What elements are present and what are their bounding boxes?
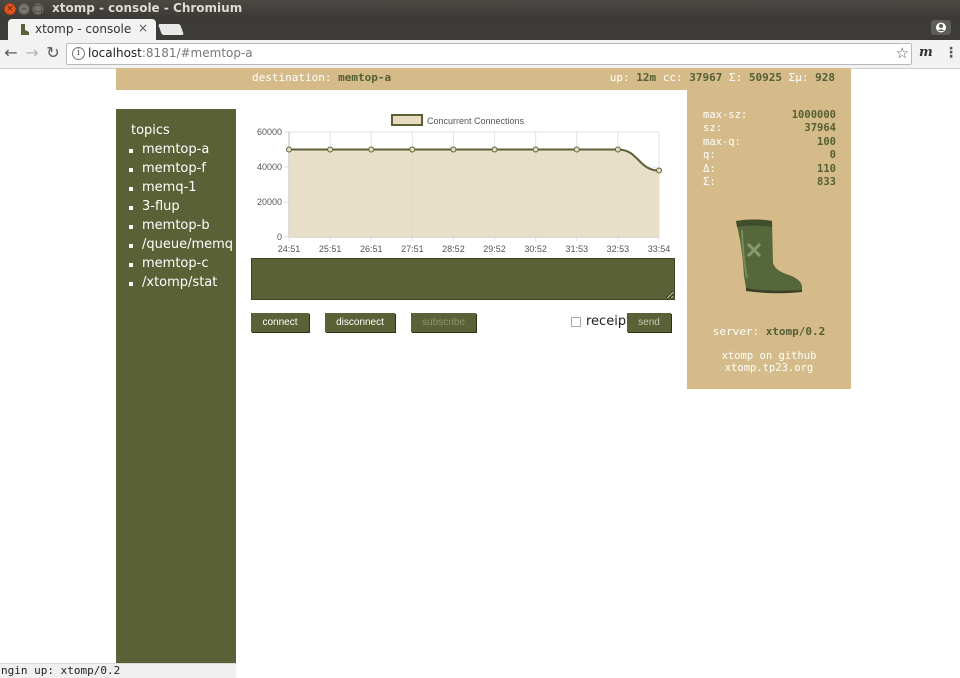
url-host: localhost (88, 46, 142, 60)
x-tick-label: 32:53 (607, 244, 630, 254)
destination-value: memtop-a (338, 71, 392, 84)
window-close-button[interactable]: × (4, 3, 16, 15)
browser-tab[interactable]: xtomp - console × (8, 19, 156, 40)
y-tick-label: 0 (277, 232, 282, 242)
stat-row: max-sz: 1000000 (703, 109, 836, 121)
stat-row: Σ: 833 (703, 176, 836, 188)
topic-item[interactable]: memq-1 (116, 180, 233, 199)
back-icon[interactable]: ← (2, 44, 20, 62)
x-tick-label: 27:51 (401, 244, 424, 254)
reload-icon[interactable]: ↻ (44, 44, 62, 62)
data-point (368, 146, 375, 153)
x-tick-label: 28:52 (442, 244, 465, 254)
message-input[interactable] (251, 258, 675, 300)
window-minimize-button[interactable]: – (18, 3, 30, 15)
data-point (409, 146, 416, 153)
status-text: ngin up: xtomp/0.2 (1, 664, 121, 677)
url-rest: :8181/#memtop-a (141, 46, 253, 60)
data-point (656, 167, 662, 174)
menu-icon[interactable]: ⋮ (944, 45, 958, 61)
bookmark-star-icon[interactable]: ☆ (896, 44, 909, 62)
tab-title: xtomp - console (35, 22, 132, 36)
url-text: localhost:8181/#memtop-a (88, 46, 253, 60)
close-icon: × (6, 4, 14, 14)
new-tab-button[interactable] (157, 24, 185, 35)
info-icon[interactable]: i (72, 47, 85, 60)
github-link[interactable]: xtomp on github (687, 350, 851, 362)
data-point (573, 146, 580, 153)
stat-row: sz: 37964 (703, 122, 836, 134)
x-tick-label: 30:52 (524, 244, 547, 254)
topic-item[interactable]: memtop-a (116, 142, 233, 161)
boot-icon (736, 219, 802, 294)
x-tick-label: 24:51 (278, 244, 301, 254)
status-bar: ngin up: xtomp/0.2 (0, 663, 236, 678)
address-bar[interactable]: i localhost:8181/#memtop-a ☆ (66, 43, 912, 65)
profile-icon (936, 22, 946, 33)
topic-item[interactable]: /xtomp/stat (116, 275, 233, 294)
tab-close-icon[interactable]: × (138, 21, 148, 35)
topics-sidebar: topics memtop-a memtop-f memq-1 3-flup m… (116, 109, 236, 663)
x-tick-label: 29:52 (483, 244, 506, 254)
series-area (289, 149, 659, 237)
site-link[interactable]: xtomp.tp23.org (687, 362, 851, 374)
window-title: xtomp - console - Chromium (52, 1, 243, 15)
stat-row: Δ: 110 (703, 163, 836, 175)
topic-item[interactable]: memtop-b (116, 218, 233, 237)
extension-icon[interactable]: m (919, 45, 933, 60)
subscribe-button[interactable]: subscribe (411, 313, 476, 332)
window-titlebar: × – □ xtomp - console - Chromium (0, 0, 960, 18)
stat-row: max-q: 100 (703, 136, 836, 148)
boot-icon (21, 24, 29, 35)
stat-row: q: 0 (703, 149, 836, 161)
forward-icon[interactable]: → (23, 44, 41, 62)
x-tick-label: 26:51 (360, 244, 383, 254)
topic-item[interactable]: /queue/memq (116, 237, 233, 256)
header-stats: up: 12m cc: 37967 Σ: 50925 Σμ: 928 (609, 71, 835, 84)
chart-svg: 0 20000 40000 60000 24:51 25:51 26:51 27:51 28:5… (257, 114, 671, 254)
receipt-label: receipt (586, 314, 632, 329)
maximize-icon: □ (33, 4, 43, 14)
data-point (286, 146, 292, 153)
topic-item[interactable]: memtop-c (116, 256, 233, 275)
topic-item[interactable]: 3-flup (116, 199, 233, 218)
send-button[interactable]: send (627, 313, 671, 332)
data-point (327, 146, 334, 153)
y-tick-label: 60000 (257, 127, 282, 137)
legend-swatch (391, 114, 423, 126)
sigma-value: 50925 (748, 71, 782, 84)
destination-header: destination: memtop-a up: 12m cc: 37967 … (116, 68, 851, 90)
topic-list: memtop-a memtop-f memq-1 3-flup memtop-b… (116, 142, 233, 294)
server-value: xtomp/0.2 (765, 325, 826, 338)
minimize-icon: – (21, 4, 27, 14)
data-point (532, 146, 539, 153)
x-tick-label: 25:51 (319, 244, 342, 254)
uptime-value: 12m (636, 71, 657, 84)
topics-title: topics (131, 123, 170, 138)
cc-value: 37967 (689, 71, 723, 84)
y-tick-label: 40000 (257, 162, 282, 172)
x-tick-label: 33:54 (648, 244, 671, 254)
x-tick-label: 31:53 (566, 244, 589, 254)
data-point (450, 146, 457, 153)
data-point (614, 146, 621, 153)
connect-button[interactable]: connect (251, 313, 309, 332)
topic-item[interactable]: memtop-f (116, 161, 233, 180)
profile-button[interactable] (931, 20, 951, 35)
y-tick-label: 20000 (257, 197, 282, 207)
legend-label: Concurrent Connections (427, 116, 525, 126)
disconnect-button[interactable]: disconnect (325, 313, 395, 332)
connections-chart: 0 20000 40000 60000 24:51 25:51 26:51 27:51 28:5… (252, 110, 672, 256)
destination-info: destination: memtop-a (252, 71, 392, 84)
data-point (491, 146, 498, 153)
server-info: server: xtomp/0.2 (712, 325, 826, 338)
receipt-checkbox[interactable] (571, 317, 581, 327)
sigma-mu-value: 928 (815, 71, 835, 84)
window-maximize-button[interactable]: □ (32, 3, 44, 15)
